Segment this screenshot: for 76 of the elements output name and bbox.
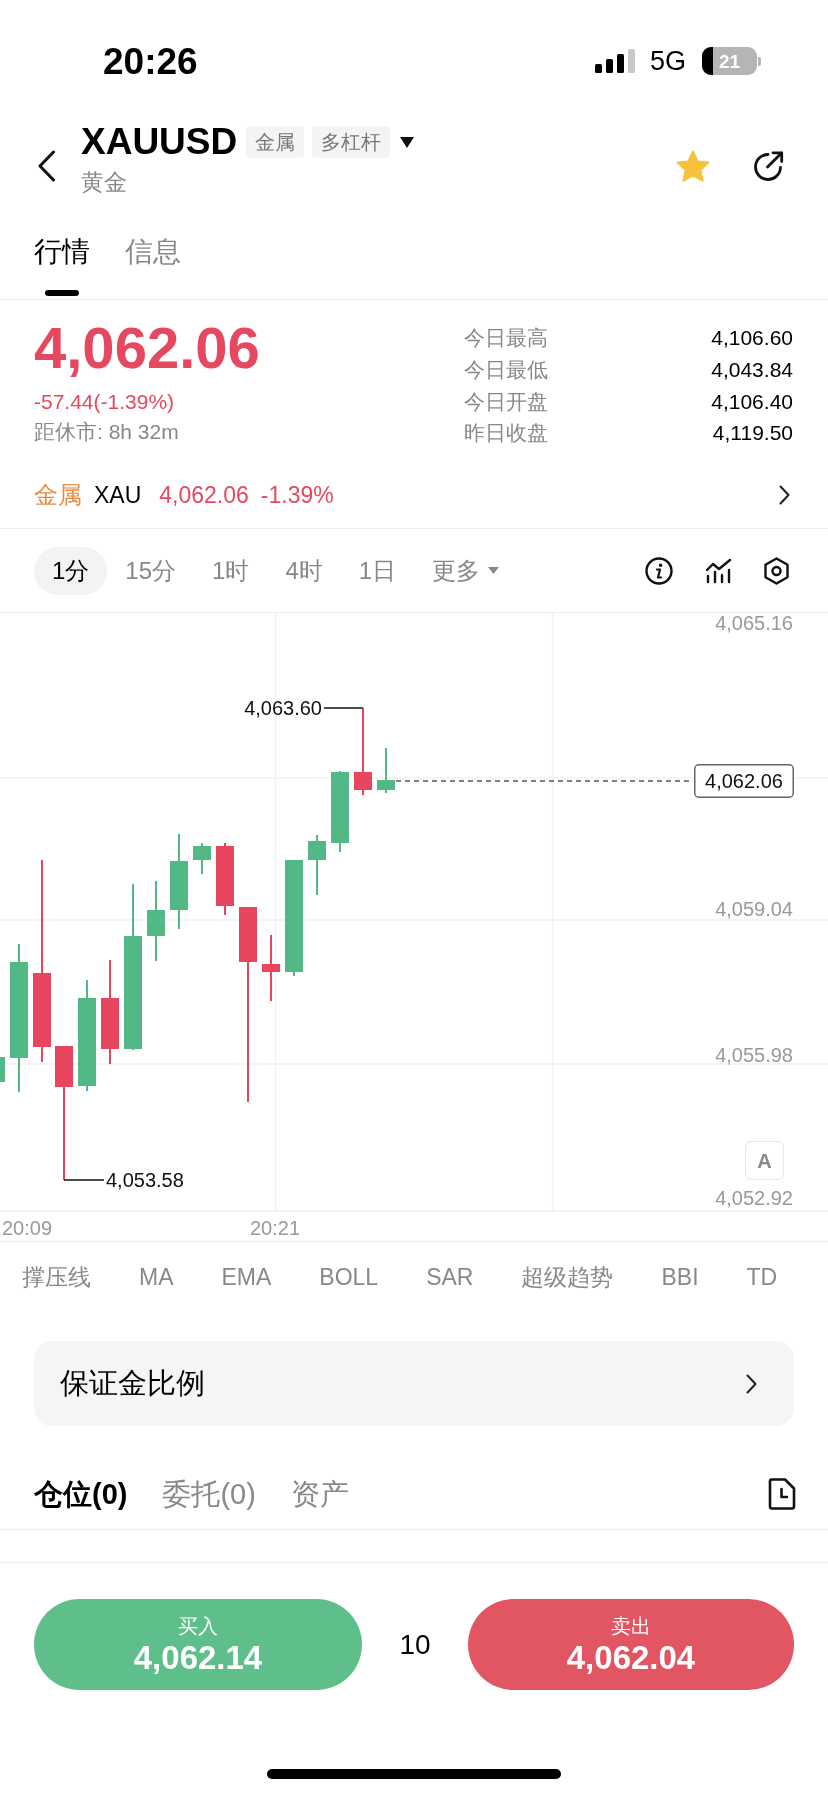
buy-button[interactable]: 买入 4,062.14: [34, 1599, 362, 1690]
stat-value: 4,043.84: [711, 359, 793, 381]
position-tab[interactable]: 资产: [290, 1479, 349, 1509]
candle: [377, 748, 395, 793]
tab[interactable]: 行情: [34, 210, 90, 299]
price-axis-label: 4,065.16: [715, 613, 793, 634]
indicator-option[interactable]: SAR: [426, 1265, 474, 1289]
chevron-right-icon[interactable]: [779, 485, 790, 505]
price-change: -57.44(-1.39%): [34, 390, 175, 414]
underlying-symbol: XAU: [94, 483, 142, 507]
caret-down-icon[interactable]: [400, 136, 415, 148]
position-tab[interactable]: 仓位(0): [34, 1479, 128, 1509]
leader-line: [323, 707, 364, 709]
stat-value: 4,106.60: [711, 327, 793, 349]
status-time: 20:26: [103, 42, 198, 80]
timeframe-tab[interactable]: 15分: [107, 546, 195, 595]
indicator-chart-icon[interactable]: [705, 557, 732, 584]
caret-down-icon: [488, 567, 500, 574]
network-type: 5G: [649, 47, 686, 75]
chevron-left-icon: [36, 150, 56, 182]
time-axis-label: 20:09: [2, 1217, 53, 1239]
indicator-option[interactable]: TD: [746, 1265, 778, 1289]
timeframe-tab[interactable]: 1日: [340, 546, 415, 595]
underlying-change: -1.39%: [260, 483, 334, 507]
back-button[interactable]: [36, 149, 56, 183]
stat-label: 今日开盘: [464, 390, 548, 412]
order-quantity: 10: [398, 1630, 432, 1659]
symbol-title: XAUUSD: [81, 122, 238, 162]
candle: [216, 843, 234, 915]
indicator-option[interactable]: EMA: [221, 1265, 272, 1289]
battery-indicator: 21: [702, 47, 761, 75]
indicator-option[interactable]: 撑压线: [22, 1265, 91, 1289]
category-label: 金属: [34, 483, 82, 507]
chevron-right-icon[interactable]: [746, 1373, 757, 1394]
stat-value: 4,106.40: [711, 390, 793, 412]
position-tab[interactable]: 委托(0): [162, 1479, 256, 1509]
star-icon[interactable]: [676, 149, 710, 183]
tag: 多杠杆: [312, 126, 391, 158]
candle: [0, 1057, 5, 1082]
stat-label: 昨日收盘: [464, 422, 548, 444]
high-price-label: 4,063.60: [244, 697, 322, 719]
time-axis-label: 20:21: [249, 1217, 301, 1239]
price-axis-label: 4,052.92: [715, 1187, 793, 1209]
indicator-option[interactable]: MA: [139, 1265, 174, 1289]
candle: [193, 843, 211, 874]
symbol-name: 黄金: [81, 168, 127, 196]
candle: [262, 935, 280, 1001]
candle: [308, 835, 326, 895]
stat-label: 今日最高: [464, 327, 548, 349]
signal-icon: [594, 49, 635, 73]
stat-label: 今日最低: [464, 359, 548, 381]
underlying-price: 4,062.06: [159, 483, 249, 507]
indicator-option[interactable]: 超级趋势: [521, 1265, 614, 1289]
margin-ratio-row[interactable]: 保证金比例: [34, 1341, 794, 1426]
sell-button[interactable]: 卖出 4,062.04: [468, 1599, 794, 1690]
timeframe-tab[interactable]: 1时: [194, 546, 268, 595]
tag: 金属: [246, 126, 305, 158]
share-icon[interactable]: [752, 150, 785, 182]
stat-value: 4,119.50: [712, 422, 793, 444]
leader-line: [63, 1179, 105, 1181]
timeframe-tab[interactable]: 1分: [34, 546, 108, 595]
market-close-countdown: 距休市: 8h 32m: [34, 420, 179, 444]
indicator-option[interactable]: BBI: [661, 1265, 699, 1289]
last-price-tag: 4,062.06: [694, 764, 794, 798]
more-timeframes-button[interactable]: 更多: [414, 546, 518, 595]
price-axis-label: 4,055.98: [715, 1044, 793, 1066]
document-clock-icon[interactable]: [767, 1478, 796, 1510]
settings-icon[interactable]: [764, 556, 789, 585]
price-axis-label: 4,059.04: [715, 898, 793, 920]
info-icon[interactable]: [645, 556, 673, 585]
auto-scale-button[interactable]: A: [745, 1141, 784, 1180]
last-price: 4,062.06: [34, 319, 260, 377]
tab[interactable]: 信息: [125, 210, 181, 299]
indicator-option[interactable]: BOLL: [319, 1265, 379, 1289]
timeframe-tab[interactable]: 4时: [267, 546, 341, 595]
low-price-label: 4,053.58: [106, 1169, 184, 1191]
